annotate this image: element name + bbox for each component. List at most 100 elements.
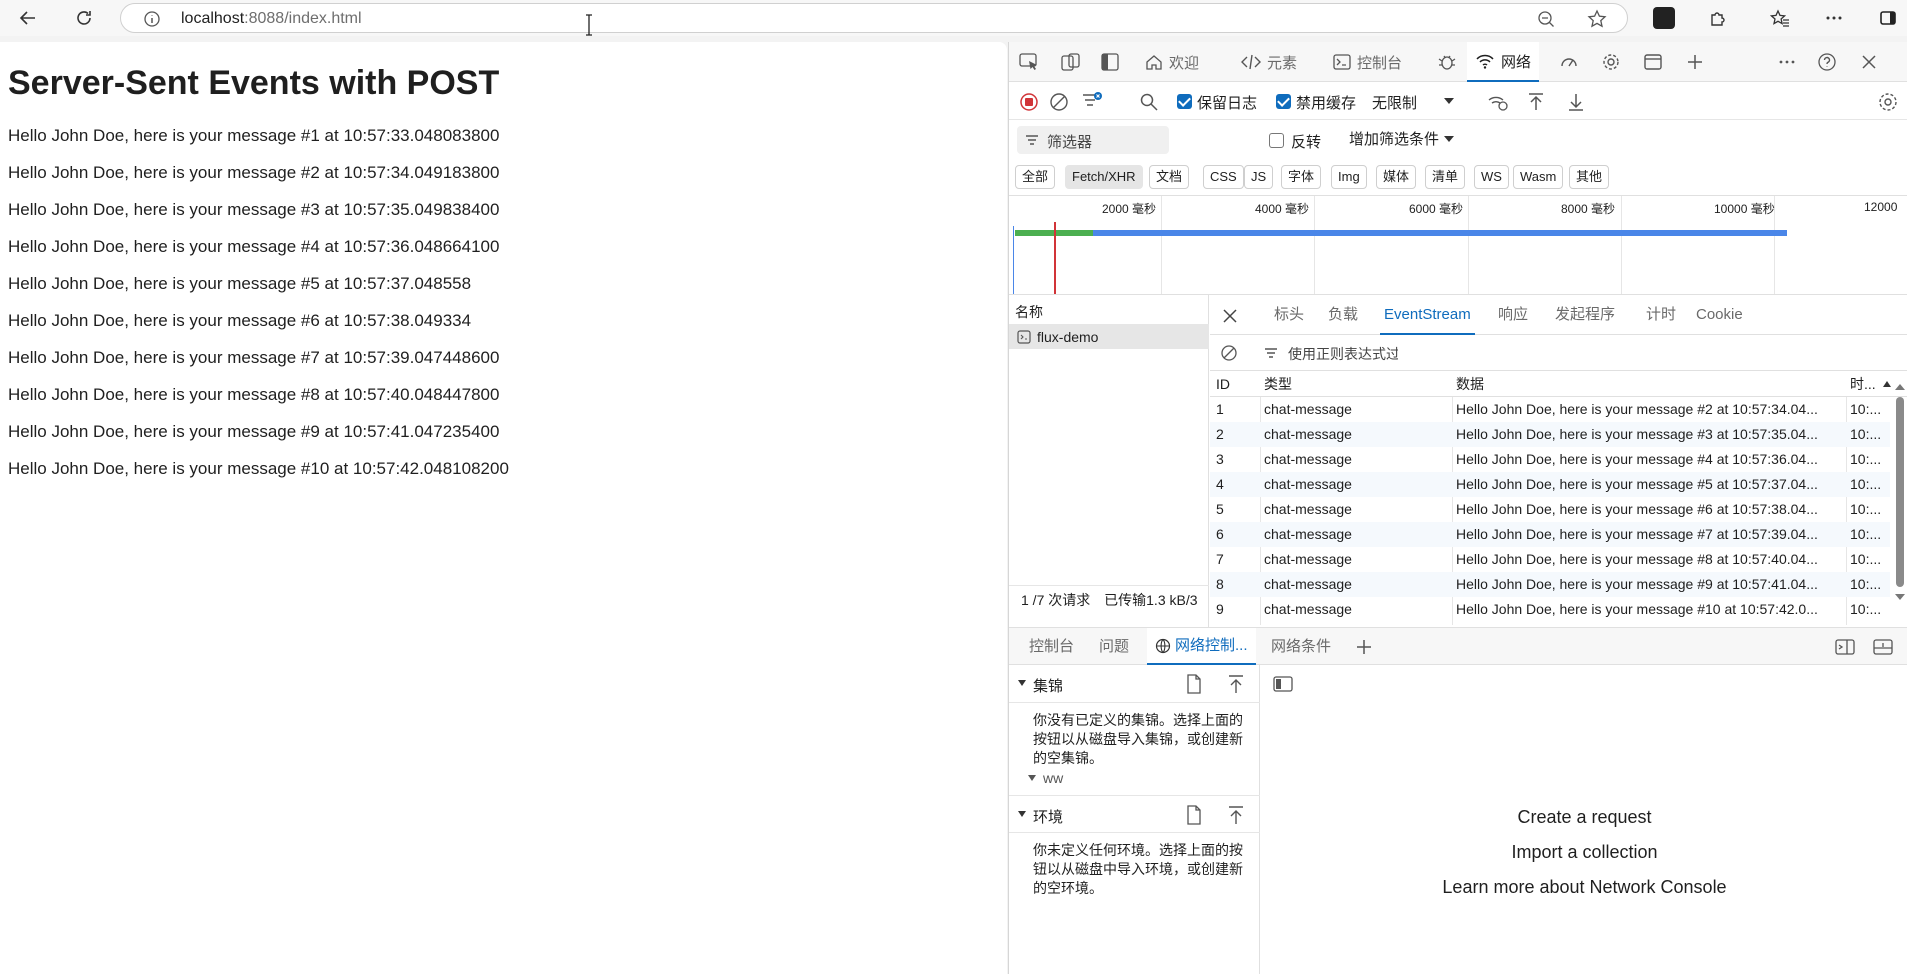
type-wasm[interactable]: Wasm [1513,165,1564,189]
type-manifest[interactable]: 清单 [1425,165,1466,189]
tab-response[interactable]: 响应 [1498,295,1528,335]
column-header-data[interactable]: 数据 [1456,371,1846,397]
column-header-type[interactable]: 类型 [1264,371,1454,397]
tab-console[interactable]: 控制台 [1325,42,1410,82]
type-js[interactable]: JS [1244,165,1274,189]
clear-icon[interactable] [1049,92,1069,112]
inspect-icon[interactable] [1019,53,1039,71]
sidebar-toggle-button[interactable] [1874,4,1902,32]
type-fetch-xhr[interactable]: Fetch/XHR [1065,165,1143,189]
reload-button[interactable] [70,4,98,32]
preserve-log-checkbox[interactable] [1177,94,1192,109]
import-icon[interactable] [1227,674,1245,694]
environments-section-header[interactable]: 环境 [1009,795,1260,833]
name-column-header[interactable]: 名称 [1009,295,1209,325]
tab-timing[interactable]: 计时 [1646,295,1676,335]
learn-more-link[interactable]: Learn more about Network Console [1261,877,1907,898]
search-icon[interactable] [1139,92,1159,112]
chevron-down-icon[interactable] [1443,134,1455,144]
type-all[interactable]: 全部 [1015,165,1056,189]
more-tools-icon[interactable] [1777,52,1797,72]
favorites-button[interactable] [1766,4,1794,32]
tab-network[interactable]: 网络 [1467,42,1540,82]
throttle-select[interactable]: 无限制 [1372,92,1417,113]
drawer-tab-network-console[interactable]: 网络控制... [1147,628,1256,665]
clear-messages-icon[interactable] [1220,344,1238,362]
type-other[interactable]: 其他 [1569,165,1610,189]
network-overview-timeline[interactable]: 2000 毫秒 4000 毫秒 6000 毫秒 8000 毫秒 10000 毫秒… [1009,196,1907,295]
table-row[interactable]: 4 chat-message Hello John Doe, here is you… [1210,472,1890,497]
new-file-icon[interactable] [1185,674,1203,694]
favorite-star-icon[interactable] [1587,9,1607,29]
more-filters-dropdown[interactable]: 增加筛选条件 [1349,128,1439,149]
vertical-scrollbar[interactable] [1894,383,1906,623]
tab-initiator[interactable]: 发起程序 [1555,295,1615,335]
type-ws[interactable]: WS [1474,165,1509,189]
import-har-icon[interactable] [1527,92,1545,112]
performance-icon[interactable] [1559,52,1579,72]
scroll-down-icon[interactable] [1894,593,1906,601]
table-row[interactable]: 1 chat-message Hello John Doe, here is you… [1210,397,1890,422]
close-drawer-icon[interactable] [1873,638,1893,656]
network-conditions-icon[interactable] [1487,92,1509,112]
record-stop-icon[interactable] [1019,92,1039,112]
bug-icon[interactable] [1437,52,1457,72]
close-detail-icon[interactable] [1222,308,1238,324]
sidebar-collapse-icon[interactable] [1273,675,1293,693]
table-row[interactable]: 6 chat-message Hello John Doe, here is you… [1210,522,1890,547]
extensions-button[interactable] [1704,4,1732,32]
table-row[interactable]: 9 chat-message Hello John Doe, here is you… [1210,597,1890,622]
chevron-down-icon[interactable] [1443,96,1455,106]
back-button[interactable] [14,4,42,32]
import-icon[interactable] [1227,805,1245,825]
table-row[interactable]: 2 chat-message Hello John Doe, here is you… [1210,422,1890,447]
drawer-tab-network-conditions[interactable]: 网络条件 [1271,628,1331,665]
tab-welcome[interactable]: 欢迎 [1137,42,1207,82]
tab-eventstream[interactable]: EventStream [1380,295,1475,335]
close-devtools-icon[interactable] [1859,52,1879,72]
address-bar[interactable]: localhost:8088/index.html [120,3,1628,33]
dock-drawer-icon[interactable] [1835,638,1855,656]
add-tab-icon[interactable] [1685,52,1705,72]
device-emulation-icon[interactable] [1061,53,1081,71]
collection-item[interactable]: ww [1027,770,1063,786]
type-media[interactable]: 媒体 [1376,165,1417,189]
disable-cache-checkbox[interactable] [1276,94,1291,109]
table-row[interactable]: 5 chat-message Hello John Doe, here is you… [1210,497,1890,522]
table-row[interactable]: 3 chat-message Hello John Doe, here is you… [1210,447,1890,472]
import-collection-link[interactable]: Import a collection [1261,842,1907,863]
tab-headers[interactable]: 标头 [1274,295,1304,335]
collections-section-header[interactable]: 集锦 [1009,665,1260,703]
sort-ascending-icon[interactable] [1882,380,1892,388]
filter-clear-icon[interactable] [1081,91,1103,111]
extension-button[interactable] [1650,4,1678,32]
zoom-out-icon[interactable] [1537,10,1555,28]
scrollbar-thumb[interactable] [1896,397,1904,587]
create-request-link[interactable]: Create a request [1261,807,1907,828]
column-header-id[interactable]: ID [1216,371,1260,397]
table-row[interactable]: 7 chat-message Hello John Doe, here is you… [1210,547,1890,572]
add-drawer-tab-icon[interactable] [1355,638,1373,656]
drawer-tab-console[interactable]: 控制台 [1029,628,1074,665]
eventstream-filter-input[interactable]: 使用正则表达式过滤 [1288,344,1398,364]
type-css[interactable]: CSS [1203,165,1244,189]
network-settings-icon[interactable] [1877,91,1899,113]
settings-gear-icon[interactable] [1601,52,1621,72]
dock-side-icon[interactable] [1101,53,1119,71]
export-har-icon[interactable] [1567,92,1585,112]
more-button[interactable] [1820,4,1848,32]
tab-elements[interactable]: 元素 [1233,42,1305,82]
new-file-icon[interactable] [1185,805,1203,825]
request-row[interactable]: flux-demo [1009,325,1209,349]
type-img[interactable]: Img [1331,165,1367,189]
table-row[interactable]: 8 chat-message Hello John Doe, here is you… [1210,572,1890,597]
filter-input[interactable]: 筛选器 [1017,126,1169,154]
tab-payload[interactable]: 负载 [1328,295,1358,335]
application-icon[interactable] [1643,52,1663,72]
tab-cookie[interactable]: Cookie [1696,295,1743,335]
type-font[interactable]: 字体 [1281,165,1322,189]
scroll-up-icon[interactable] [1894,383,1906,391]
invert-checkbox[interactable] [1269,133,1284,148]
drawer-tab-issues[interactable]: 问题 [1099,628,1129,665]
type-doc[interactable]: 文档 [1149,165,1190,189]
